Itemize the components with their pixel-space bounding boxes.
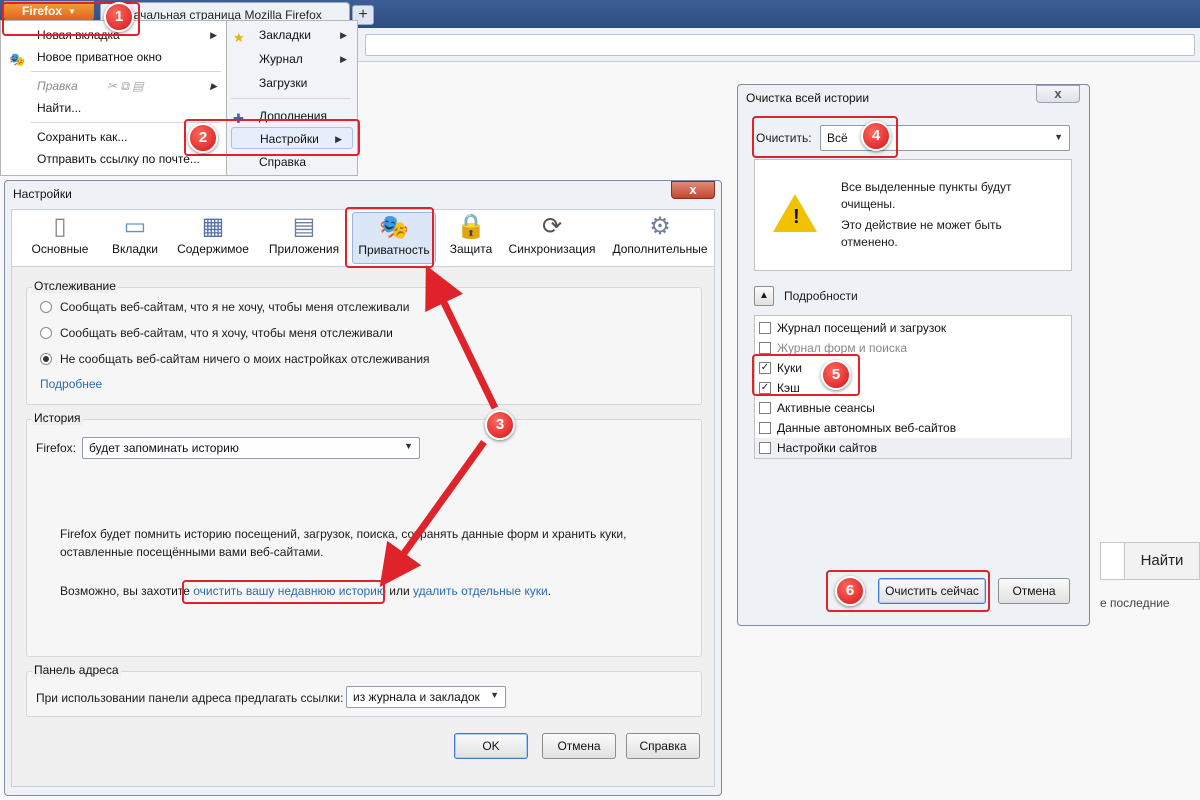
annotation-arrows [379, 265, 499, 588]
annotation-badge-5: 5 [821, 360, 851, 390]
arrow-to-privacy-tab [425, 265, 499, 410]
annotation-badge-4: 4 [861, 121, 891, 151]
annotation-badge-1: 1 [104, 2, 134, 32]
arrow-to-clear-link [379, 439, 487, 588]
annotation-badge-6: 6 [835, 576, 865, 606]
annotation-badge-2: 2 [188, 123, 218, 153]
annotation-badge-3: 3 [485, 410, 515, 440]
